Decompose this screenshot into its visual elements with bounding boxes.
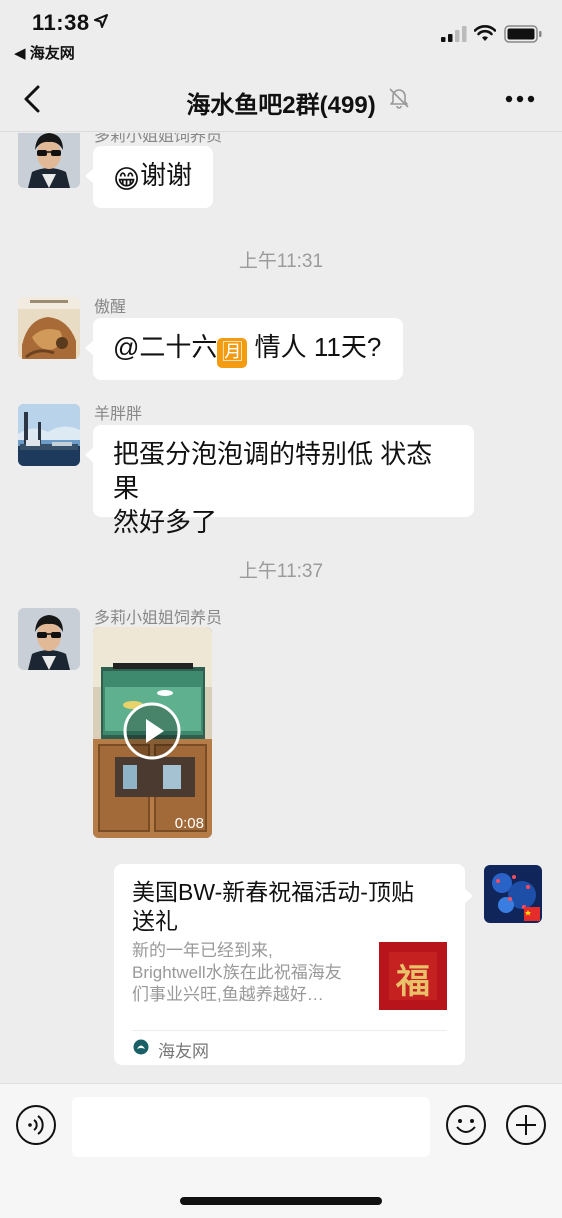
timestamp: 上午11:31	[238, 251, 324, 272]
mute-bell-icon	[389, 88, 409, 109]
fu-character: 福	[396, 962, 430, 1002]
card-desc-line: 们事业兴旺,鱼越养越好…	[132, 985, 324, 1004]
home-indicator[interactable]	[180, 1197, 382, 1205]
sender-name: 多莉小姐姐饲养员	[94, 133, 223, 145]
location-arrow-icon	[94, 14, 108, 28]
back-to-app-link[interactable]: ◀ 海友网	[14, 42, 75, 63]
link-card[interactable]: 美国BW-新春祝福活动-顶贴 送礼 新的一年已经到来, Brightwell水族…	[114, 864, 473, 1065]
card-title-line: 美国BW-新春祝福活动-顶贴	[132, 879, 414, 905]
status-bar: 11:38 ◀ 海友网	[0, 0, 562, 66]
voice-icon[interactable]	[15, 1104, 57, 1146]
haiyou-logo-icon	[133, 1039, 149, 1055]
signal-icon	[441, 26, 467, 42]
message-bubble[interactable]: @二十六 🈷 情人 11天?	[85, 318, 403, 380]
emoji-face-icon[interactable]	[445, 1104, 487, 1146]
message-text: @二十六	[113, 332, 218, 362]
sender-name: 羊胖胖	[94, 406, 143, 423]
message-text-line: 把蛋分泡泡调的特别低 状态果	[113, 439, 433, 503]
chat-title: 海水鱼吧2群(499)	[186, 92, 376, 119]
grin-emoji: 😁	[113, 164, 141, 194]
message-bubble[interactable]: 把蛋分泡泡调的特别低 状态果 然好多了	[85, 425, 474, 537]
message-list[interactable]: 多莉小姐姐饲养员 😁谢谢 上午11:31 傲醒 @二十六 🈷 情人 11天? 羊…	[0, 133, 562, 1083]
play-icon[interactable]	[122, 701, 182, 761]
chat-header: 海水鱼吧2群(499)	[0, 66, 562, 132]
card-thumbnail: 福	[379, 942, 447, 1010]
avatar[interactable]	[484, 865, 542, 923]
message-text: 情人 11天?	[247, 332, 382, 362]
message-text-line: 然好多了	[113, 507, 218, 537]
card-description: 新的一年已经到来, Brightwell水族在此祝福海友 们事业兴旺,鱼越养越好…	[132, 940, 376, 1006]
message-input[interactable]	[72, 1097, 430, 1157]
message-bubble[interactable]: 😁谢谢	[85, 146, 213, 208]
moon-month-emoji: 🈷	[217, 338, 248, 368]
more-dots-icon[interactable]	[504, 94, 536, 104]
avatar[interactable]	[18, 608, 80, 670]
sender-name: 多莉小姐姐饲养员	[94, 610, 223, 627]
timestamp: 上午11:37	[238, 561, 324, 582]
avatar[interactable]	[18, 297, 80, 359]
card-divider	[132, 1030, 447, 1031]
wifi-icon	[474, 25, 496, 41]
avatar[interactable]	[18, 404, 80, 466]
battery-icon	[504, 25, 542, 43]
video-duration: 0:08	[174, 815, 204, 832]
card-source: 海友网	[158, 1042, 209, 1061]
message-text: 谢谢	[140, 160, 193, 190]
card-desc-line: Brightwell水族在此祝福海友	[132, 963, 342, 982]
plus-circle-icon[interactable]	[505, 1104, 547, 1146]
video-message[interactable]: 0:08	[93, 627, 212, 838]
status-time: 11:38	[32, 10, 90, 35]
card-desc-line: 新的一年已经到来,	[132, 941, 273, 960]
card-title-line: 送礼	[132, 908, 178, 934]
avatar[interactable]	[18, 133, 80, 188]
sender-name: 傲醒	[94, 299, 127, 316]
card-title: 美国BW-新春祝福活动-顶贴 送礼	[132, 878, 450, 936]
